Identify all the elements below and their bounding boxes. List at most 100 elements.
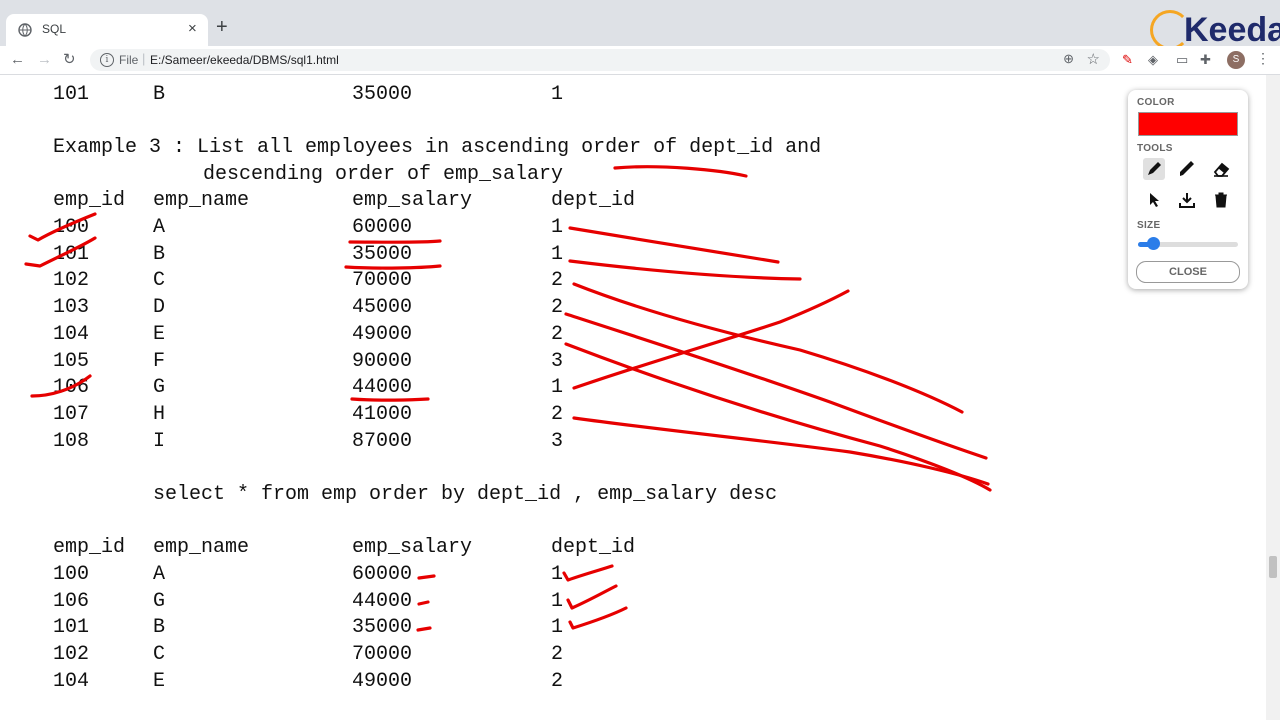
- table-cell: 3: [551, 429, 564, 453]
- logo-text: Keeda: [1184, 11, 1280, 49]
- table-cell: A: [153, 563, 166, 586]
- extension-icon[interactable]: ◈: [1148, 52, 1158, 68]
- table-cell: G: [153, 589, 166, 613]
- table-cell: 1: [551, 589, 564, 613]
- back-arrow-icon[interactable]: ←: [10, 51, 25, 69]
- size-label: SIZE: [1137, 220, 1161, 231]
- table-cell: 100: [53, 216, 90, 239]
- reload-icon[interactable]: ↻: [63, 51, 76, 69]
- table-cell: E: [153, 669, 166, 693]
- tools-label: TOOLS: [1137, 143, 1173, 154]
- table-cell: I: [153, 429, 166, 453]
- puzzle-icon[interactable]: ✚: [1200, 52, 1211, 68]
- zoom-icon[interactable]: ⊕: [1063, 51, 1074, 67]
- size-slider-handle[interactable]: [1147, 237, 1160, 250]
- table-cell: 3: [551, 349, 564, 373]
- table-cell: 49000: [352, 322, 413, 346]
- table-cell: 44000: [352, 376, 413, 400]
- table-cell: B: [153, 616, 166, 640]
- table-cell: 2: [551, 269, 564, 293]
- table-cell: 70000: [352, 269, 413, 293]
- column-header: emp_salary: [352, 536, 473, 559]
- table-cell: 35000: [352, 242, 413, 266]
- table-cell: 44000: [352, 589, 413, 613]
- cell: 35000: [352, 83, 413, 106]
- column-header: dept_id: [551, 536, 636, 559]
- table-cell: 104: [53, 669, 90, 693]
- table-cell: E: [153, 322, 166, 346]
- table-cell: F: [153, 349, 166, 373]
- new-tab-button[interactable]: +: [216, 17, 228, 37]
- table-cell: C: [153, 269, 166, 293]
- table-cell: 102: [53, 269, 90, 293]
- profile-avatar[interactable]: S: [1227, 51, 1245, 69]
- color-swatch[interactable]: [1138, 112, 1238, 136]
- example-heading-cont: descending order of emp_salary: [203, 163, 564, 186]
- table-cell: C: [153, 643, 166, 667]
- table-cell: A: [153, 216, 166, 239]
- table-cell: 60000: [352, 216, 413, 239]
- table-cell: 45000: [352, 296, 413, 320]
- table-cell: 2: [551, 643, 564, 667]
- table-cell: H: [153, 402, 166, 426]
- table-cell: 49000: [352, 669, 413, 693]
- pencil-icon[interactable]: [1143, 158, 1165, 180]
- table-cell: 60000: [352, 563, 413, 586]
- tab-title: SQL: [42, 22, 67, 36]
- forward-arrow-icon[interactable]: →: [37, 51, 52, 69]
- column-header: emp_name: [153, 536, 250, 559]
- download-icon[interactable]: [1176, 189, 1198, 211]
- trash-icon[interactable]: [1210, 189, 1232, 211]
- table-cell: 104: [53, 322, 90, 346]
- close-button[interactable]: CLOSE: [1136, 261, 1240, 283]
- table-cell: 101: [53, 242, 90, 266]
- annotation-palette: COLOR TOOLS SIZE CLOSE: [1128, 90, 1248, 289]
- column-header: emp_id: [53, 189, 126, 212]
- extension-icon[interactable]: ▭: [1176, 52, 1188, 68]
- cell: 1: [551, 83, 564, 106]
- table-cell: 100: [53, 563, 90, 586]
- cell: 101: [53, 83, 90, 106]
- sql-query: select * from emp order by dept_id , emp…: [153, 483, 778, 506]
- table-cell: G: [153, 376, 166, 400]
- table-cell: 2: [551, 402, 564, 426]
- table-cell: 1: [551, 242, 564, 266]
- column-header: emp_name: [153, 189, 250, 212]
- address-separator: |: [142, 51, 146, 66]
- url-text[interactable]: E:/Sameer/ekeeda/DBMS/sql1.html: [150, 53, 339, 67]
- table-cell: 1: [551, 563, 564, 586]
- table-cell: 2: [551, 669, 564, 693]
- browser-toolbar: ← → ↻ i File | E:/Sameer/ekeeda/DBMS/sql…: [0, 46, 1280, 75]
- table-cell: 87000: [352, 429, 413, 453]
- color-label: COLOR: [1137, 97, 1175, 108]
- highlighter-icon[interactable]: [1176, 158, 1198, 180]
- table-cell: 35000: [352, 616, 413, 640]
- column-header: emp_id: [53, 536, 126, 559]
- tab-strip: SQL × +: [0, 0, 1280, 46]
- table-cell: 102: [53, 643, 90, 667]
- bookmark-star-icon[interactable]: ☆: [1087, 50, 1100, 68]
- column-header: dept_id: [551, 189, 636, 212]
- table-cell: 1: [551, 376, 564, 400]
- table-cell: 2: [551, 322, 564, 346]
- pointer-icon[interactable]: [1143, 189, 1165, 211]
- table-cell: 106: [53, 376, 90, 400]
- eraser-icon[interactable]: [1210, 158, 1232, 180]
- tab-close-button[interactable]: ×: [188, 20, 197, 38]
- browser-tab[interactable]: SQL ×: [6, 14, 208, 46]
- info-icon[interactable]: i: [100, 53, 114, 67]
- vertical-scrollbar[interactable]: [1266, 75, 1280, 720]
- table-cell: 101: [53, 616, 90, 640]
- table-cell: 103: [53, 296, 90, 320]
- table-cell: 106: [53, 589, 90, 613]
- table-cell: 105: [53, 349, 90, 373]
- table-cell: 70000: [352, 643, 413, 667]
- table-cell: B: [153, 242, 166, 266]
- table-cell: 41000: [352, 402, 413, 426]
- address-bar[interactable]: i File | E:/Sameer/ekeeda/DBMS/sql1.html…: [90, 49, 1110, 71]
- kebab-menu-icon[interactable]: ⋮: [1256, 50, 1270, 67]
- table-cell: 90000: [352, 349, 413, 373]
- table-cell: 108: [53, 429, 90, 453]
- extension-pen-icon[interactable]: ✎: [1122, 52, 1133, 68]
- scrollbar-thumb[interactable]: [1269, 556, 1277, 578]
